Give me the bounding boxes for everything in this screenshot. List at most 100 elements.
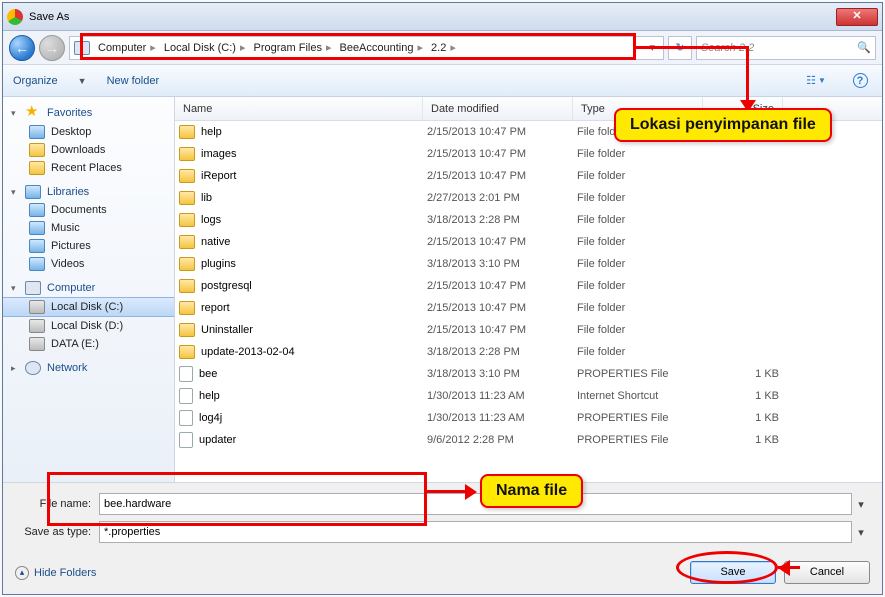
folder-icon xyxy=(179,169,195,183)
file-name: report xyxy=(201,302,230,314)
app-icon xyxy=(7,9,23,25)
file-row[interactable]: report2/15/2013 10:47 PMFile folder xyxy=(175,297,882,319)
help-button[interactable]: ? xyxy=(848,72,872,90)
file-date: 2/15/2013 10:47 PM xyxy=(427,148,577,160)
sidebar-libraries[interactable]: ▾Libraries xyxy=(3,183,174,201)
window-title: Save As xyxy=(29,11,69,23)
folder-icon xyxy=(179,235,195,249)
computer-icon xyxy=(25,281,41,295)
file-name: log4j xyxy=(199,412,222,424)
file-icon xyxy=(179,388,193,404)
file-size: 1 KB xyxy=(707,368,787,380)
file-row[interactable]: images2/15/2013 10:47 PMFile folder xyxy=(175,143,882,165)
file-row[interactable]: help1/30/2013 11:23 AMInternet Shortcut1… xyxy=(175,385,882,407)
file-row[interactable]: Uninstaller2/15/2013 10:47 PMFile folder xyxy=(175,319,882,341)
column-date[interactable]: Date modified xyxy=(423,97,573,120)
annotation-arrow xyxy=(427,490,467,493)
file-row[interactable]: plugins3/18/2013 3:10 PMFile folder xyxy=(175,253,882,275)
new-folder-button[interactable]: New folder xyxy=(107,75,160,87)
file-row[interactable]: logs3/18/2013 2:28 PMFile folder xyxy=(175,209,882,231)
library-icon xyxy=(25,185,41,199)
sidebar-computer[interactable]: ▾Computer xyxy=(3,279,174,297)
view-options-button[interactable]: ☷▼ xyxy=(804,72,828,90)
breadcrumb[interactable]: Computer▸ Local Disk (C:)▸ Program Files… xyxy=(69,36,664,60)
star-icon: ★ xyxy=(25,105,41,121)
bottom-panel: File name: ▾ Save as type: ▾ ▴ Hide Fold… xyxy=(3,482,882,594)
file-date: 1/30/2013 11:23 AM xyxy=(427,412,577,424)
file-name: help xyxy=(199,390,220,402)
file-name: plugins xyxy=(201,258,236,270)
file-row[interactable]: update-2013-02-043/18/2013 2:28 PMFile f… xyxy=(175,341,882,363)
file-type: File folder xyxy=(577,236,707,248)
file-row[interactable]: postgresql2/15/2013 10:47 PMFile folder xyxy=(175,275,882,297)
file-row[interactable]: native2/15/2013 10:47 PMFile folder xyxy=(175,231,882,253)
annotation-arrow xyxy=(636,46,749,49)
chevron-down-icon: ▼ xyxy=(78,76,87,86)
desktop-icon xyxy=(29,125,45,139)
back-button[interactable]: ← xyxy=(9,35,35,61)
file-date: 9/6/2012 2:28 PM xyxy=(427,434,577,446)
hide-folders-toggle[interactable]: ▴ Hide Folders xyxy=(15,566,96,580)
folder-icon xyxy=(179,323,195,337)
annotation-callout-location: Lokasi penyimpanan file xyxy=(614,108,832,142)
videos-icon xyxy=(29,257,45,271)
breadcrumb-segment: Program Files▸ xyxy=(249,41,335,54)
file-name: help xyxy=(201,126,222,138)
sidebar-favorites[interactable]: ▾★Favorites xyxy=(3,103,174,123)
folder-icon xyxy=(179,147,195,161)
filename-label: File name: xyxy=(15,498,99,510)
folder-icon xyxy=(29,161,45,175)
column-name[interactable]: Name xyxy=(175,97,423,120)
file-date: 1/30/2013 11:23 AM xyxy=(427,390,577,402)
file-type: Internet Shortcut xyxy=(577,390,707,402)
file-name: logs xyxy=(201,214,221,226)
save-button[interactable]: Save xyxy=(690,561,776,584)
forward-button[interactable]: → xyxy=(39,35,65,61)
sidebar-item-drive-c[interactable]: Local Disk (C:) xyxy=(3,297,174,317)
file-icon xyxy=(179,410,193,426)
folder-icon xyxy=(179,257,195,271)
file-size: 1 KB xyxy=(707,434,787,446)
file-type: File folder xyxy=(577,258,707,270)
savetype-dropdown[interactable]: ▾ xyxy=(852,526,870,539)
annotation-callout-filename: Nama file xyxy=(480,474,583,508)
sidebar-item-pictures[interactable]: Pictures xyxy=(3,237,174,255)
toolbar: Organize ▼ New folder ☷▼ ? xyxy=(3,65,882,97)
annotation-arrowhead xyxy=(465,484,477,500)
file-type: File folder xyxy=(577,192,707,204)
titlebar: Save As ✕ xyxy=(3,3,882,31)
sidebar-item-music[interactable]: Music xyxy=(3,219,174,237)
file-row[interactable]: bee3/18/2013 3:10 PMPROPERTIES File1 KB xyxy=(175,363,882,385)
sidebar-network[interactable]: ▸Network xyxy=(3,359,174,377)
navigation-bar: ← → Computer▸ Local Disk (C:)▸ Program F… xyxy=(3,31,882,65)
sidebar-item-downloads[interactable]: Downloads xyxy=(3,141,174,159)
file-row[interactable]: iReport2/15/2013 10:47 PMFile folder xyxy=(175,165,882,187)
documents-icon xyxy=(29,203,45,217)
sidebar-item-drive-e[interactable]: DATA (E:) xyxy=(3,335,174,353)
savetype-input[interactable] xyxy=(99,521,852,543)
file-type: PROPERTIES File xyxy=(577,368,707,380)
chevron-up-icon: ▴ xyxy=(15,566,29,580)
sidebar-item-recent[interactable]: Recent Places xyxy=(3,159,174,177)
file-date: 3/18/2013 2:28 PM xyxy=(427,346,577,358)
sidebar-item-videos[interactable]: Videos xyxy=(3,255,174,273)
file-name: native xyxy=(201,236,230,248)
chevron-right-icon: ▸ xyxy=(150,41,156,54)
sidebar-item-documents[interactable]: Documents xyxy=(3,201,174,219)
close-button[interactable]: ✕ xyxy=(836,8,878,26)
organize-menu[interactable]: Organize xyxy=(13,75,58,87)
breadcrumb-segment: Local Disk (C:)▸ xyxy=(160,41,250,54)
file-type: File folder xyxy=(577,324,707,336)
sidebar-item-desktop[interactable]: Desktop xyxy=(3,123,174,141)
file-row[interactable]: lib2/27/2013 2:01 PMFile folder xyxy=(175,187,882,209)
sidebar-item-drive-d[interactable]: Local Disk (D:) xyxy=(3,317,174,335)
file-list[interactable]: help 2/15/2013 10:47 PM File folder images2… xyxy=(175,121,882,482)
filename-dropdown[interactable]: ▾ xyxy=(852,498,870,511)
drive-icon xyxy=(29,337,45,351)
music-icon xyxy=(29,221,45,235)
file-row[interactable]: log4j1/30/2013 11:23 AMPROPERTIES File1 … xyxy=(175,407,882,429)
cancel-button[interactable]: Cancel xyxy=(784,561,870,584)
file-type: File folder xyxy=(577,302,707,314)
sidebar: ▾★Favorites Desktop Downloads Recent Pla… xyxy=(3,97,175,482)
file-row[interactable]: updater9/6/2012 2:28 PMPROPERTIES File1 … xyxy=(175,429,882,451)
